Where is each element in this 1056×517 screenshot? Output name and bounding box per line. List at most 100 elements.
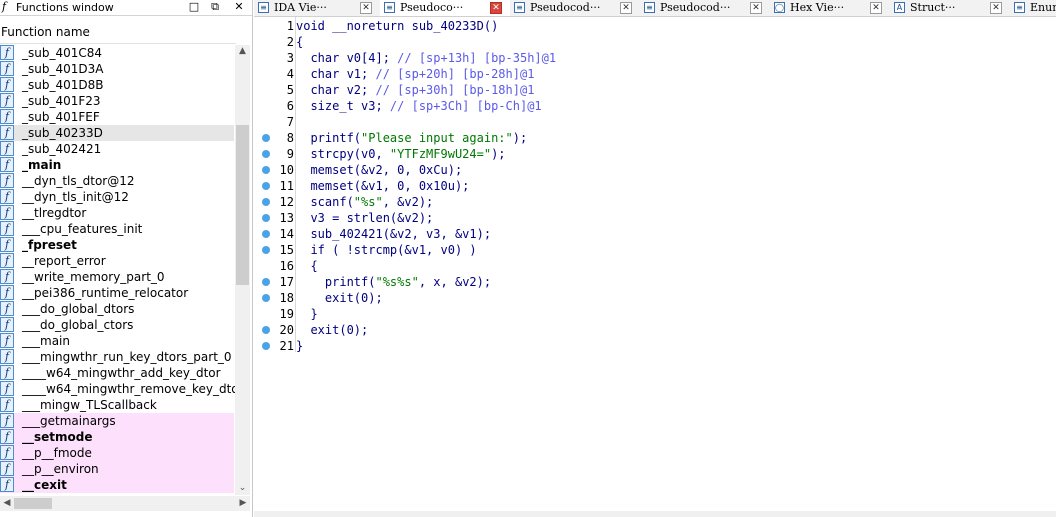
- function-icon: f: [0, 285, 14, 300]
- function-list-item[interactable]: f _main: [0, 157, 234, 173]
- close-icon[interactable]: ✕: [233, 1, 245, 13]
- function-list-item[interactable]: f _fpreset: [0, 237, 234, 253]
- pseudocode-view[interactable]: 1 void __noreturn sub_40233D() 2{3 char v0…: [254, 17, 1056, 517]
- function-list-item[interactable]: f ___getmainargs: [0, 413, 234, 429]
- tab-close-icon[interactable]: ✕: [870, 2, 882, 14]
- code-segment: scanf(: [296, 195, 354, 209]
- scrollbar-thumb[interactable]: [236, 125, 249, 285]
- function-list-item[interactable]: f __setmode: [0, 429, 234, 445]
- function-name: __tlregdtor: [22, 206, 87, 220]
- tab-close-icon[interactable]: ✕: [990, 2, 1002, 14]
- function-list-item[interactable]: f _sub_401F23: [0, 93, 234, 109]
- function-list-item[interactable]: f __dyn_tls_init@12: [0, 189, 234, 205]
- horizontal-scrollbar-thumb[interactable]: [14, 498, 52, 509]
- code-line[interactable]: 15 if ( !strcmp(&v1, v0) ): [254, 242, 1056, 258]
- line-number: 15: [279, 243, 294, 257]
- code-line[interactable]: 17 printf("%s%s", x, &v2);: [254, 274, 1056, 290]
- scroll-up-arrow-icon[interactable]: ▲: [235, 45, 250, 58]
- tab-close-icon[interactable]: ✕: [490, 2, 502, 14]
- code-segment: size_t v3;: [296, 99, 390, 113]
- code-line[interactable]: 19 }: [254, 306, 1056, 322]
- code-line[interactable]: 11 memset(&v1, 0, 0x10u);: [254, 178, 1056, 194]
- code-line[interactable]: 16 {: [254, 258, 1056, 274]
- function-list-item[interactable]: f ___cpu_features_init: [0, 221, 234, 237]
- breakpoint-dot-icon[interactable]: [262, 246, 270, 254]
- code-line[interactable]: 5 char v2; // [sp+30h] [bp-18h]@1: [254, 82, 1056, 98]
- breakpoint-dot-icon[interactable]: [262, 198, 270, 206]
- column-header-label: Function name: [1, 25, 90, 39]
- breakpoint-dot-icon[interactable]: [262, 326, 270, 334]
- function-list-item[interactable]: f __dyn_tls_dtor@12: [0, 173, 234, 189]
- code-line[interactable]: 7: [254, 114, 1056, 130]
- code-line[interactable]: 10 memset(&v2, 0, 0xCu);: [254, 162, 1056, 178]
- vertical-scrollbar[interactable]: ▲ ⌄: [235, 45, 250, 495]
- tab-close-icon[interactable]: ✕: [750, 2, 762, 14]
- line-number: 19: [279, 307, 294, 321]
- code-line[interactable]: 18 exit(0);: [254, 290, 1056, 306]
- function-list-item[interactable]: f ___mingwthr_run_key_dtors_part_0: [0, 349, 234, 365]
- function-list-item[interactable]: f __report_error: [0, 253, 234, 269]
- code-line[interactable]: 12 scanf("%s", &v2);: [254, 194, 1056, 210]
- scroll-left-arrow-icon[interactable]: ◀: [0, 496, 14, 511]
- code-line[interactable]: 13 v3 = strlen(&v2);: [254, 210, 1056, 226]
- scroll-right-arrow-icon[interactable]: ▶: [236, 496, 250, 511]
- breakpoint-dot-icon[interactable]: [262, 166, 270, 174]
- function-list-item[interactable]: f _sub_40233D: [0, 125, 234, 141]
- maximize-icon[interactable]: □: [188, 1, 200, 13]
- function-list-item[interactable]: f __cexit: [0, 477, 234, 493]
- function-name-column-header[interactable]: Function name: [0, 21, 236, 44]
- scroll-down-arrow-icon[interactable]: ⌄: [235, 482, 250, 495]
- tab-5[interactable]: A Struct··· ✕: [890, 0, 1010, 16]
- code-line[interactable]: 14 sub_402421(&v2, v3, &v1);: [254, 226, 1056, 242]
- breakpoint-dot-icon[interactable]: [262, 278, 270, 286]
- function-list-item[interactable]: f _sub_402421: [0, 141, 234, 157]
- code-line[interactable]: 20 exit(0);: [254, 322, 1056, 338]
- code-line[interactable]: 2{: [254, 34, 1056, 50]
- breakpoint-dot-icon[interactable]: [262, 342, 270, 350]
- code-text: char v1; // [sp+20h] [bp-28h]@1: [296, 66, 534, 82]
- code-line[interactable]: 4 char v1; // [sp+20h] [bp-28h]@1: [254, 66, 1056, 82]
- function-icon: f: [0, 445, 14, 460]
- function-list-item[interactable]: f _sub_401C84: [0, 45, 234, 61]
- function-list-item[interactable]: f _sub_401D3A: [0, 61, 234, 77]
- function-list-item[interactable]: f ___do_global_ctors: [0, 317, 234, 333]
- function-list-item[interactable]: f _sub_401FEF: [0, 109, 234, 125]
- breakpoint-dot-icon[interactable]: [262, 182, 270, 190]
- function-list-item[interactable]: f ____w64_mingwthr_remove_key_dtor: [0, 381, 244, 397]
- breakpoint-dot-icon[interactable]: [262, 230, 270, 238]
- function-list-item[interactable]: f __tlregdtor: [0, 205, 234, 221]
- breakpoint-dot-icon[interactable]: [262, 150, 270, 158]
- code-line[interactable]: 9 strcpy(v0, "YTFzMF9wU24=");: [254, 146, 1056, 162]
- function-name: __write_memory_part_0: [22, 270, 165, 284]
- code-line[interactable]: 3 char v0[4]; // [sp+13h] [bp-35h]@1: [254, 50, 1056, 66]
- function-list-item[interactable]: f __pei386_runtime_relocator: [0, 285, 234, 301]
- function-list-item[interactable]: f __write_memory_part_0: [0, 269, 234, 285]
- restore-icon[interactable]: ⧉: [209, 1, 221, 13]
- function-icon: f: [0, 141, 14, 156]
- function-list-item[interactable]: f __p__fmode: [0, 445, 234, 461]
- code-line[interactable]: 6 size_t v3; // [sp+3Ch] [bp-Ch]@1: [254, 98, 1056, 114]
- function-list-item[interactable]: f ___mingw_TLScallback: [0, 397, 234, 413]
- tab-0[interactable]: ≡ IDA Vie··· ✕: [254, 0, 380, 16]
- function-list-item[interactable]: f ____w64_mingwthr_add_key_dtor: [0, 365, 234, 381]
- tab-6[interactable]: ≡ Enum···: [1010, 0, 1056, 16]
- tab-close-icon[interactable]: ✕: [360, 2, 372, 14]
- function-list-item[interactable]: f _sub_401D8B: [0, 77, 234, 93]
- horizontal-scrollbar[interactable]: ◀ ▶: [0, 496, 250, 511]
- code-line[interactable]: 21}: [254, 338, 1056, 354]
- tab-4[interactable]: ◯ Hex Vie··· ✕: [770, 0, 890, 16]
- tab-close-icon[interactable]: ✕: [620, 2, 632, 14]
- code-horizontal-scrollbar[interactable]: [254, 511, 1056, 517]
- function-icon: f: [0, 269, 14, 284]
- breakpoint-dot-icon[interactable]: [262, 214, 270, 222]
- tab-1[interactable]: ≡ Pseudoco··· ✕: [380, 0, 510, 16]
- function-list-item[interactable]: f ___do_global_dtors: [0, 301, 234, 317]
- function-list-item[interactable]: f __p__environ: [0, 461, 234, 477]
- breakpoint-dot-icon[interactable]: [262, 294, 270, 302]
- code-line[interactable]: 1 void __noreturn sub_40233D(): [254, 18, 1056, 34]
- breakpoint-dot-icon[interactable]: [262, 134, 270, 142]
- tab-3[interactable]: ≡ Pseudocod··· ✕: [640, 0, 770, 16]
- code-line[interactable]: 8 printf("Please input again:");: [254, 130, 1056, 146]
- tab-2[interactable]: ≡ Pseudocod··· ✕: [510, 0, 640, 16]
- function-list-item[interactable]: f ___main: [0, 333, 234, 349]
